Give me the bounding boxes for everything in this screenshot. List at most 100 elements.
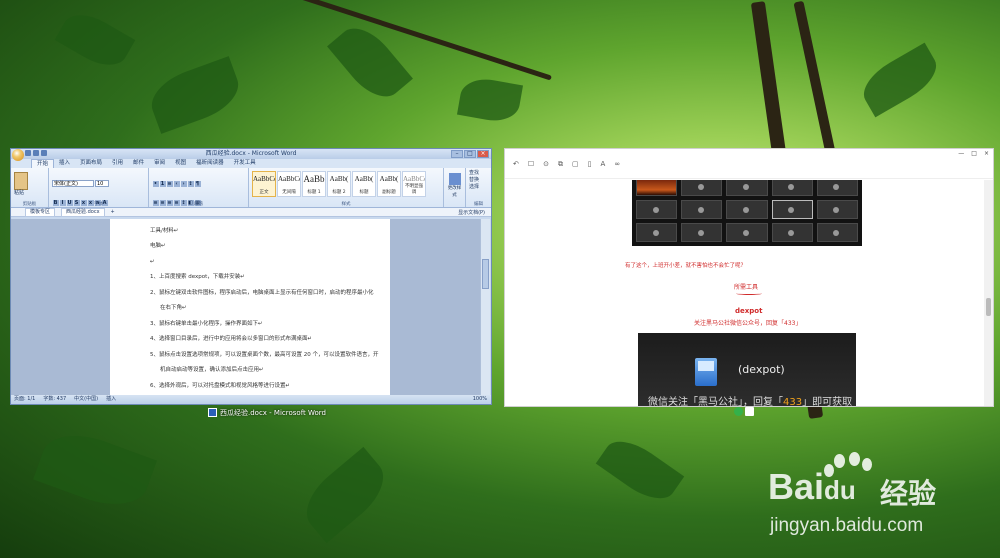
document-page[interactable]: 工具/材料↵ 电脑↵ ↵ 1、上百度搜索 dexpot，下载并安装↵ 2、鼠标左键双击软… xyxy=(110,219,390,397)
taskbar-word-item[interactable]: 西瓜经验.docx - Microsoft Word xyxy=(208,406,326,419)
tab-developer[interactable]: 开发工具 xyxy=(229,159,261,168)
style-subtle-emphasis[interactable]: AaBbCcDd不明显强调 xyxy=(402,171,426,197)
word-count[interactable]: 字数: 437 xyxy=(43,395,66,404)
viewer-window[interactable]: ↶ ☐ ⊙ ⧉ ▢ ▯ A ∞ — □ × 有了这个，上班开小差，就不害怕也不会忙了呢？ 所需… xyxy=(504,148,994,407)
style-normal[interactable]: AaBbCcDd 正文 xyxy=(252,171,276,197)
style-heading-2[interactable]: AaBb(标题 2 xyxy=(327,171,351,197)
desktop-thumbnail xyxy=(816,180,858,196)
document-paragraph[interactable]: 1、上百度搜索 dexpot，下载并安装↵ xyxy=(150,273,390,281)
status-bar: 页面: 1/1 字数: 437 中文(中国) 插入 100% xyxy=(11,395,491,404)
link-icon[interactable]: ∞ xyxy=(614,160,620,168)
style-preview: AaBb( xyxy=(379,175,399,183)
undo-icon[interactable]: ↶ xyxy=(513,160,519,168)
document-paragraph[interactable]: 6、选择外观后，可以对托盘模式和视觉风格等进行设置↵ xyxy=(150,382,390,390)
frame-icon[interactable]: ☐ xyxy=(528,160,534,168)
leaf xyxy=(33,422,157,518)
document-paragraph[interactable]: 3、鼠标右键单击最小化程序，操作界面如下↵ xyxy=(150,320,390,328)
tab-foxit[interactable]: 福昕阅读器 xyxy=(191,159,229,168)
increase-indent-icon[interactable]: › xyxy=(180,181,187,187)
minimize-button[interactable]: – xyxy=(451,150,463,158)
group-label: 字体 xyxy=(94,202,103,207)
target-icon[interactable]: ⊙ xyxy=(543,160,549,168)
save-icon[interactable] xyxy=(25,150,31,156)
paste-icon[interactable] xyxy=(14,172,28,190)
document-paragraph[interactable]: 工具/材料↵ xyxy=(150,227,390,235)
tab-review[interactable]: 审阅 xyxy=(149,159,170,168)
taskbar-wechat-item[interactable] xyxy=(734,407,756,417)
style-no-spacing[interactable]: AaBbCcDd 无间隔 xyxy=(277,171,301,197)
maximize-button[interactable]: □ xyxy=(971,150,977,157)
copy-icon[interactable]: ⧉ xyxy=(558,160,563,168)
font-group: 宋体(正文) 10 BIUSxxaA 字体 xyxy=(49,168,149,207)
document-paragraph[interactable]: 电脑↵ xyxy=(150,242,390,250)
style-name: 标题 1 xyxy=(307,190,321,195)
document-paragraph[interactable]: 机自动启动等设置，确认添加后点击应用↵ xyxy=(150,366,390,374)
decrease-indent-icon[interactable]: ‹ xyxy=(173,181,180,187)
undo-icon[interactable] xyxy=(33,150,39,156)
word-titlebar[interactable]: 西瓜经验.docx - Microsoft Word – □ × xyxy=(11,149,491,161)
office-button[interactable] xyxy=(12,149,24,161)
font-name-select[interactable]: 宋体(正文) xyxy=(52,180,94,187)
numbering-icon[interactable]: 1 xyxy=(159,181,166,187)
minimize-button[interactable]: — xyxy=(958,150,964,157)
tab-view[interactable]: 视图 xyxy=(170,159,191,168)
style-heading-1[interactable]: AaBb 标题 1 xyxy=(302,171,326,197)
redo-icon[interactable] xyxy=(41,150,47,156)
new-tab-button[interactable]: + xyxy=(111,209,115,215)
article-content[interactable]: 有了这个，上班开小差，就不害怕也不会忙了呢？ 所需工具 dexpot 关注黑马公… xyxy=(505,180,985,406)
replace-button[interactable]: 替换 xyxy=(469,177,488,184)
file-tab-templates[interactable]: 模板专区 xyxy=(25,207,56,217)
window-icon xyxy=(745,407,754,416)
scroll-thumb[interactable] xyxy=(482,259,489,289)
paw-icon xyxy=(824,452,880,504)
tab-insert[interactable]: 插入 xyxy=(54,159,75,168)
word-title: 西瓜经验.docx - Microsoft Word xyxy=(205,150,297,157)
promo-banner: (dexpot) 微信关注「黑马公社」，回复「433」即可获取 xyxy=(638,333,856,406)
desktop-thumbnail xyxy=(726,200,768,219)
desktop-thumbnail xyxy=(681,180,723,196)
tab-page-layout[interactable]: 页面布局 xyxy=(75,159,107,168)
insert-mode[interactable]: 插入 xyxy=(106,395,116,404)
crop-icon[interactable]: ▯ xyxy=(588,160,592,168)
tab-references[interactable]: 引用 xyxy=(107,159,128,168)
close-button[interactable]: × xyxy=(984,150,989,157)
document-paragraph[interactable]: 4、选择窗口目录后，进行中的应用将会以多窗口的形式布满桌面↵ xyxy=(150,335,390,343)
change-styles-icon[interactable] xyxy=(448,173,461,185)
document-paragraph[interactable]: 5、鼠标点击设置选项常规项，可以设置桌面个数，最高可设置 20 个，可以设置软件… xyxy=(150,351,390,359)
word-window[interactable]: 西瓜经验.docx - Microsoft Word – □ × 开始 插入 页… xyxy=(10,148,492,405)
sort-icon[interactable]: ↕ xyxy=(187,181,194,187)
style-subtitle[interactable]: AaBb(副标题 xyxy=(377,171,401,197)
bullets-icon[interactable]: • xyxy=(152,181,159,187)
tab-mailings[interactable]: 邮件 xyxy=(128,159,149,168)
vertical-scrollbar[interactable] xyxy=(480,219,490,397)
zoom-level[interactable]: 100% xyxy=(473,395,491,404)
promo-text: 微信关注「黑马公社」，回复「433」即可获取 xyxy=(648,393,852,406)
text-icon[interactable]: A xyxy=(601,160,606,168)
font-size-select[interactable]: 10 xyxy=(95,180,109,187)
word-window-controls: – □ × xyxy=(451,150,489,158)
find-button[interactable]: 查找 xyxy=(469,170,488,177)
document-paragraph[interactable]: ↵ xyxy=(150,258,390,266)
style-title[interactable]: AaBb(标题 xyxy=(352,171,376,197)
desktop-thumbnail xyxy=(636,200,678,219)
document-area[interactable]: 工具/材料↵ 电脑↵ ↵ 1、上百度搜索 dexpot，下载并安装↵ 2、鼠标左键双击软… xyxy=(11,219,481,397)
language[interactable]: 中文(中国) xyxy=(74,395,98,404)
page-count[interactable]: 页面: 1/1 xyxy=(14,395,35,404)
viewer-scrollbar[interactable] xyxy=(984,180,993,406)
desktop-thumbnail xyxy=(726,180,768,196)
section-underline xyxy=(736,292,762,295)
show-documents-button[interactable]: 显示文档(P) xyxy=(458,209,491,216)
rectangle-icon[interactable]: ▢ xyxy=(572,160,579,168)
tab-home[interactable]: 开始 xyxy=(31,159,55,168)
file-tab-document[interactable]: 西瓜经验.docx xyxy=(61,207,105,217)
leaf xyxy=(456,75,524,125)
document-paragraph[interactable]: 2、鼠标左键双击软件图标，程序启动后，电脑桌面上显示有任何窗口时，启动的程序最小… xyxy=(150,289,390,297)
select-button[interactable]: 选择 xyxy=(469,184,488,191)
desktop-thumbnail xyxy=(771,200,813,219)
scroll-thumb[interactable] xyxy=(986,298,991,316)
multilevel-icon[interactable]: ≡ xyxy=(166,181,173,187)
maximize-button[interactable]: □ xyxy=(464,150,476,158)
document-paragraph[interactable]: 在右下角↵ xyxy=(150,304,390,312)
close-button[interactable]: × xyxy=(477,150,489,158)
show-marks-icon[interactable]: ¶ xyxy=(194,181,201,187)
